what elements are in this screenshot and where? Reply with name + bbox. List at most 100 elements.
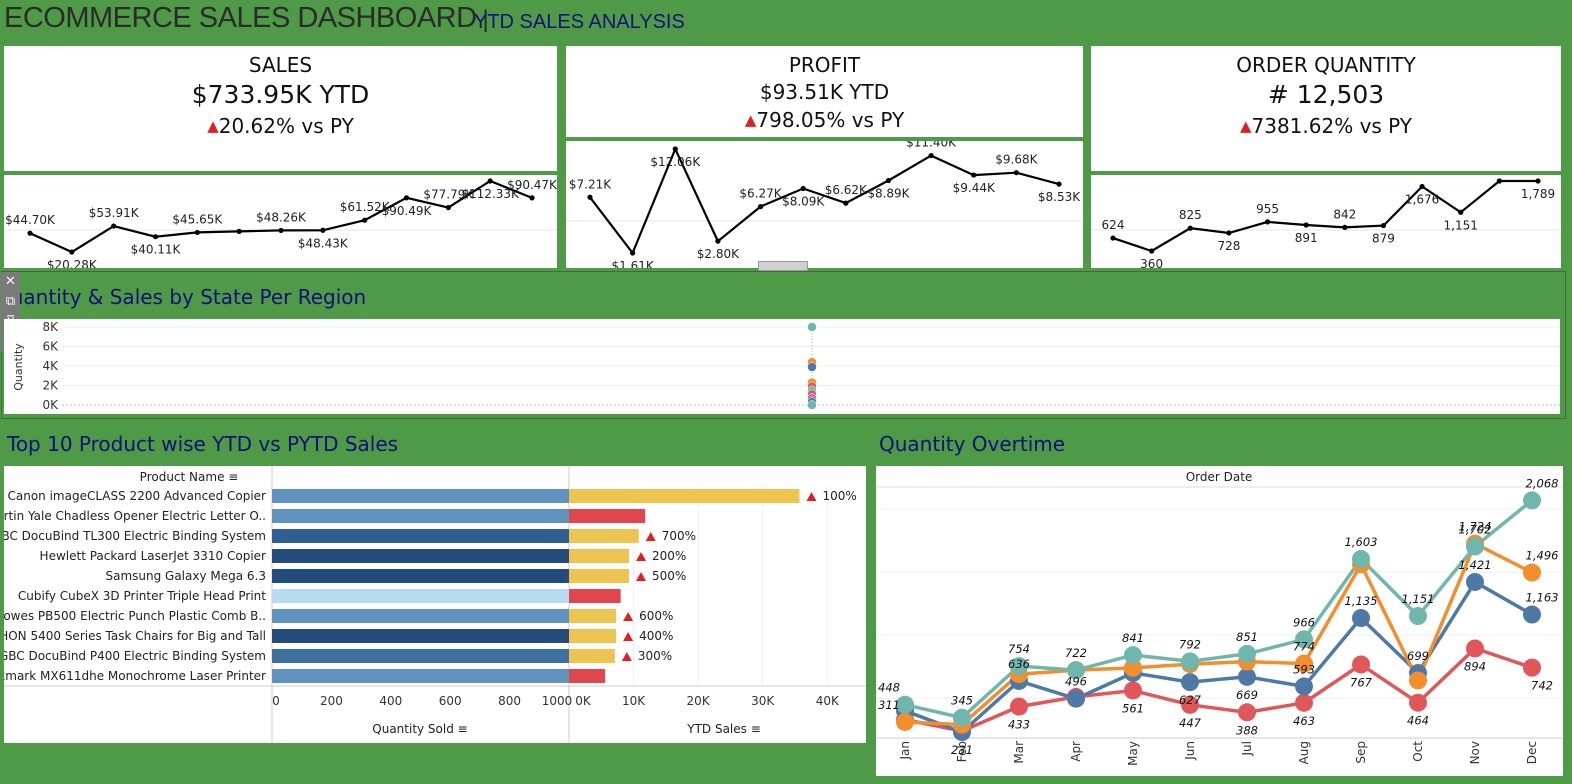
- products-chart-card: Product Name ≡ 0K 10K 20K 30K 40K 0 200 400 600 80…: [0, 466, 866, 743]
- data-label: 636: [1008, 657, 1030, 671]
- sparkline-label: $90.49K: [382, 204, 433, 218]
- sparkline-label: 1,789: [1521, 187, 1555, 201]
- sparkline-point: [69, 249, 75, 255]
- y-tick-label: 2K: [42, 379, 59, 393]
- month-tick-label: Dec: [1525, 741, 1539, 764]
- data-label: 561: [1122, 701, 1144, 715]
- region-chart-card: 8K 6K 4K 2K 0K Quantity: [4, 319, 1560, 414]
- dashboard-subtitle: YTD SALES ANALYSIS: [474, 11, 685, 33]
- sales-tick-label: 30K: [751, 694, 775, 708]
- sales-tick-label: 20K: [687, 694, 711, 708]
- qty-tick-label: 1000: [542, 694, 573, 708]
- data-label: 1,496: [1526, 549, 1559, 563]
- sales-tick-label: 10K: [622, 694, 646, 708]
- growth-label: 200%: [652, 549, 686, 563]
- sparkline-point: [843, 200, 849, 206]
- data-label: 496: [1065, 675, 1087, 689]
- sparkline-point: [27, 230, 33, 236]
- quantity-kpi-delta: ▲7381.62% vs PY: [1239, 114, 1413, 138]
- sales-sparkline: $44.70K $20.28K $53.91K $40.11K $45.65K $48.2…: [4, 178, 558, 272]
- y-tick-label: 0K: [42, 398, 59, 412]
- product-name-header: Product Name ≡: [140, 470, 239, 484]
- sales-bar: [569, 549, 630, 563]
- sparkline-label: 728: [1217, 239, 1240, 253]
- sparkline-label: $6.27K: [739, 187, 782, 201]
- month-tick-label: Aug: [1297, 741, 1311, 764]
- sparkline-label: $48.43K: [298, 236, 349, 250]
- growth-label: 100%: [822, 489, 856, 503]
- sparkline-point: [529, 195, 535, 201]
- quantity-bar: [272, 609, 569, 623]
- series-point: [1124, 646, 1142, 665]
- region-scatter-chart: 8K 6K 4K 2K 0K Quantity: [12, 320, 1560, 412]
- sparkline-point: [800, 185, 806, 192]
- close-icon[interactable]: ✕: [1, 272, 20, 292]
- quantity-bar: [272, 589, 569, 603]
- sparkline-point: [1496, 178, 1502, 184]
- series-point: [896, 712, 914, 731]
- sparkline-point: [362, 217, 368, 223]
- quantity-bar: [272, 569, 569, 583]
- data-label: 894: [1464, 659, 1486, 673]
- sparkline-point: [1013, 170, 1019, 176]
- increase-triangle-icon: [806, 492, 817, 501]
- data-label: 669: [1236, 688, 1258, 702]
- series-point: [1352, 655, 1370, 674]
- data-label: 722: [1065, 646, 1087, 660]
- series-point: [1295, 677, 1313, 696]
- data-label: 627: [1179, 693, 1202, 707]
- month-tick-label: May: [1126, 741, 1140, 766]
- data-label: 593: [1293, 662, 1315, 676]
- quantity-axis-label: Quantity Sold ≡: [372, 722, 467, 736]
- sparkline-point: [1110, 235, 1116, 241]
- growth-label: 500%: [652, 569, 686, 583]
- data-label: 448: [878, 681, 900, 695]
- data-label: 851: [1236, 630, 1258, 644]
- sparkline-path: [1112, 179, 1538, 253]
- data-label: 345: [951, 694, 973, 708]
- sparkline-label: $8.89K: [867, 187, 910, 201]
- popout-icon[interactable]: ⧉: [1, 292, 20, 312]
- data-label: 463: [1293, 714, 1315, 728]
- sparkline-label: $9.44K: [953, 181, 996, 195]
- sales-axis-label: YTD Sales ≡: [686, 722, 761, 736]
- series-point: [1352, 609, 1370, 628]
- product-name-label: Lexmark MX611dhe Monochrome Laser Printe…: [4, 669, 266, 683]
- resize-handle[interactable]: [758, 261, 808, 271]
- sales-bar: [569, 649, 615, 663]
- profit-kpi-title: PROFIT: [788, 53, 861, 77]
- series-point: [1409, 607, 1427, 626]
- sales-bar: [569, 629, 617, 643]
- sparkline-label: $2.80K: [697, 247, 740, 261]
- sparkline-label: $7.21K: [569, 177, 612, 191]
- sparkline-label: 955: [1256, 202, 1279, 216]
- sparkline-point: [152, 234, 159, 240]
- sparkline-point: [1187, 225, 1193, 231]
- sparkline-label: $20.28K: [47, 258, 98, 268]
- product-name-label: Martin Yale Chadless Opener Electric Let…: [4, 509, 266, 523]
- qty-tick-label: 0: [272, 694, 280, 708]
- data-label: 966: [1293, 615, 1315, 629]
- scatter-point: [807, 322, 817, 332]
- month-tick-label: Jun: [1183, 741, 1197, 761]
- series-point: [1409, 671, 1427, 690]
- sparkline-label: $40.11K: [131, 243, 182, 257]
- sales-bar: [569, 509, 646, 523]
- quantity-bar: [272, 669, 569, 683]
- month-tick-label: Oct: [1411, 741, 1425, 762]
- product-name-label: Canon imageCLASS 2200 Advanced Copier: [7, 489, 266, 503]
- sales-kpi-delta: ▲20.62% vs PY: [207, 114, 354, 138]
- series-point: [1523, 605, 1541, 624]
- increase-triangle-icon: [623, 632, 634, 641]
- series-point: [1295, 693, 1313, 712]
- sparkline-label: $8.09K: [782, 195, 825, 209]
- y-axis-label: Quantity: [12, 343, 25, 391]
- sparkline-label: $48.26K: [256, 210, 307, 224]
- sparkline-point: [1419, 183, 1425, 190]
- sparkline-label: $44.70K: [5, 213, 56, 227]
- sparkline-point: [971, 172, 977, 178]
- sparkline-point: [587, 194, 593, 200]
- growth-label: 700%: [662, 529, 696, 543]
- quantity-kpi-title: ORDER QUANTITY: [1236, 53, 1416, 77]
- data-label: 1,603: [1345, 535, 1378, 549]
